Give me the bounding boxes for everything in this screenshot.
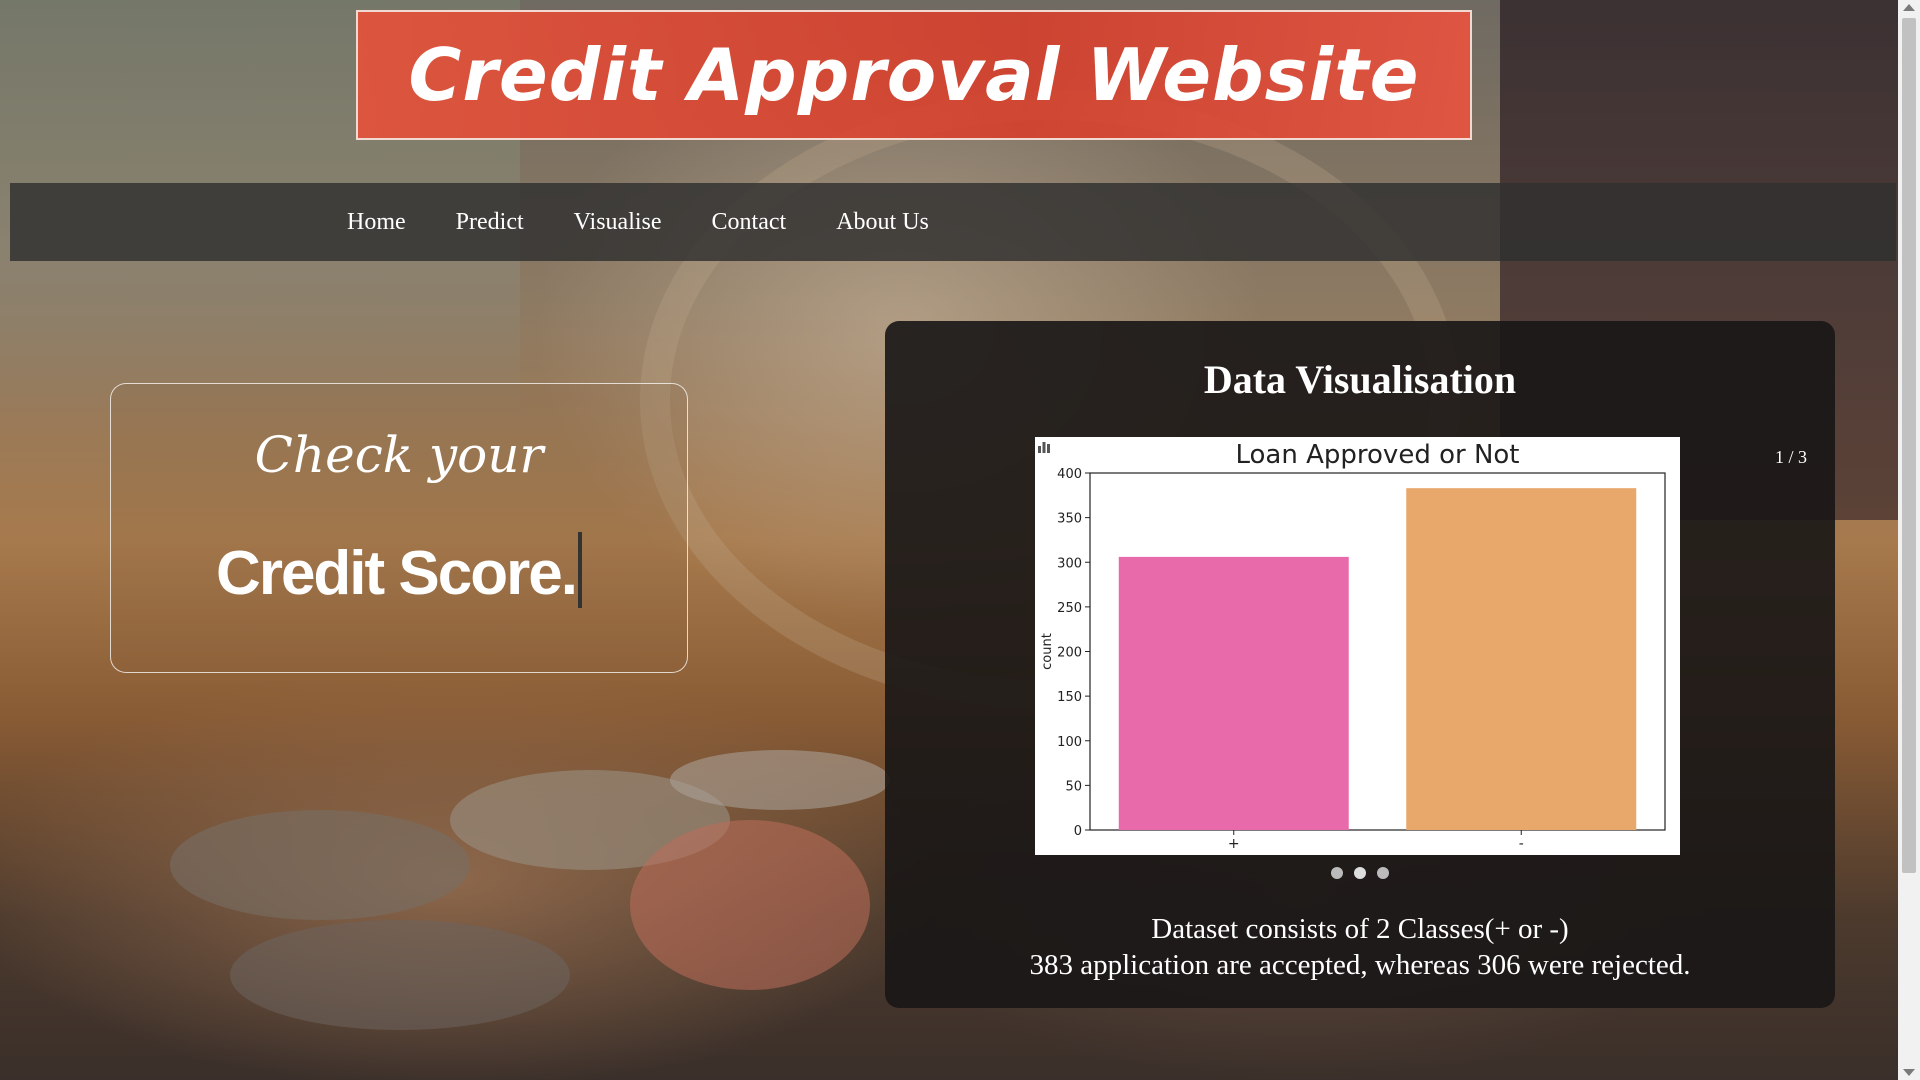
y-tick-label: 300: [1057, 556, 1082, 571]
y-tick-label: 0: [1074, 824, 1082, 839]
carousel-dot-1[interactable]: [1330, 867, 1343, 879]
chart-icon: [1038, 442, 1050, 453]
nav-predict[interactable]: Predict: [456, 209, 524, 236]
y-tick-label: 400: [1057, 467, 1082, 482]
chart-slide: Loan Approved or Not 0 50 100 150 200 250 300 35…: [1035, 437, 1680, 855]
hero-tagline: Check your: [254, 426, 544, 484]
site-title: Credit Approval Website: [408, 33, 1420, 117]
y-axis-label: count: [1040, 633, 1055, 670]
carousel-dots: [885, 864, 1835, 883]
x-tick-label: -: [1519, 836, 1524, 852]
nav-home[interactable]: Home: [347, 209, 406, 236]
y-tick-label: 200: [1057, 646, 1082, 661]
bar-approved: [1118, 556, 1349, 830]
nav-visualise[interactable]: Visualise: [574, 209, 662, 236]
hero-card: Check your Credit Score.: [110, 383, 688, 673]
caption-line-1: Dataset consists of 2 Classes(+ or -): [1151, 913, 1569, 945]
scroll-up-icon[interactable]: [1903, 4, 1915, 11]
visualisation-panel: Data Visualisation 1 / 3 Loan Approved o…: [885, 321, 1835, 1008]
hero-typed-label: Credit Score.: [216, 539, 578, 608]
main-navbar: Home Predict Visualise Contact About Us: [10, 183, 1896, 261]
carousel-dot-3[interactable]: [1377, 867, 1390, 879]
chart-title: Loan Approved or Not: [1236, 440, 1520, 470]
slide-caption: Dataset consists of 2 Classes(+ or -) 38…: [885, 911, 1835, 983]
carousel-dot-2[interactable]: [1354, 867, 1366, 879]
page-scrollbar[interactable]: [1898, 0, 1920, 1080]
background-coins: [110, 720, 950, 1060]
nav-contact[interactable]: Contact: [712, 209, 787, 236]
typing-caret: [577, 532, 582, 608]
y-tick-label: 50: [1065, 779, 1082, 794]
scroll-down-icon[interactable]: [1903, 1069, 1915, 1076]
y-tick-label: 150: [1057, 690, 1082, 705]
bar-rejected: [1406, 488, 1637, 830]
y-tick-label: 350: [1057, 512, 1082, 527]
loan-approval-chart: Loan Approved or Not 0 50 100 150 200 250 300 35…: [1040, 440, 1666, 852]
y-tick-label: 250: [1057, 601, 1082, 616]
nav-about-us[interactable]: About Us: [836, 209, 929, 236]
hero-typed-text: Credit Score.: [111, 532, 687, 609]
visualisation-title: Data Visualisation: [1203, 357, 1517, 402]
site-header: Credit Approval Website: [356, 10, 1472, 140]
scroll-thumb[interactable]: [1902, 18, 1916, 873]
caption-line-2: 383 application are accepted, whereas 30…: [1029, 949, 1691, 981]
x-tick-label: +: [1228, 836, 1240, 852]
y-tick-label: 100: [1057, 735, 1082, 750]
slide-counter: 1 / 3: [1774, 447, 1807, 467]
